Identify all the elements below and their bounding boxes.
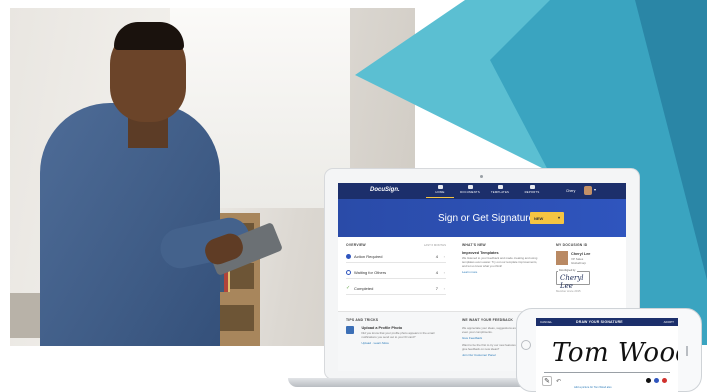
pen-icon[interactable]: ✎ [542, 376, 552, 386]
id-signature: Cheryl Lee [560, 274, 584, 290]
overview-label: Waiting for Others [354, 270, 387, 275]
phone-title: DRAW YOUR SIGNATURE [576, 320, 623, 324]
phone-screen: CANCEL DRAW YOUR SIGNATURE ADOPT Tom Woo… [536, 318, 678, 392]
nav-home-label: HOME [435, 190, 445, 194]
tips-title: Upload a Profile Photo [361, 326, 403, 330]
hero-title: Sign or Get Signatures [438, 213, 540, 224]
new-caret-icon: ▾ [557, 215, 560, 220]
overview-label: Completed [354, 286, 374, 291]
overview-count: 7 [435, 286, 438, 291]
chevron-right-icon: › [443, 254, 445, 259]
person-hair [114, 22, 184, 50]
undo-icon[interactable]: ↶ [556, 378, 561, 385]
drawn-signature[interactable]: Tom Wood [552, 338, 678, 368]
feedback-link-1[interactable]: Give Feedback [462, 336, 522, 340]
chevron-right-icon: › [443, 286, 445, 291]
phone-adopt-button[interactable]: ADOPT [664, 320, 674, 324]
tips-body: Did you know that your profile photo app… [361, 331, 435, 339]
overview-count: 4 [435, 254, 438, 259]
id-member-date: Member since 2015 [556, 289, 581, 293]
reports-icon [529, 185, 535, 189]
nav-reports[interactable]: REPORTS [518, 185, 546, 198]
tips-panel: TIPS AND TRICKS Upload a Profile Photo D… [346, 318, 442, 345]
color-swatch-blue[interactable] [654, 378, 659, 383]
nav-home[interactable]: HOME [426, 185, 454, 198]
home-icon [437, 185, 443, 189]
new-button-label: NEW [534, 216, 544, 221]
color-swatch-red[interactable] [662, 378, 667, 383]
overview-subheading: LAST 6 MONTHS [423, 243, 446, 247]
id-company: GlobalCorp [571, 261, 587, 265]
phone-cancel-button[interactable]: CANCEL [540, 320, 552, 324]
clock-icon [346, 270, 351, 275]
docusign-logo[interactable]: DocuSign. [370, 187, 400, 193]
overview-panel: OVERVIEW LAST 6 MONTHS Action Required 4… [346, 243, 446, 307]
feedback-link-2[interactable]: Join Our Customer Panel [462, 353, 522, 357]
nav-templates[interactable]: TEMPLATES [486, 185, 514, 198]
whats-new-body: We listened to your feedback and made cr… [462, 256, 538, 268]
feedback-body-2: Want to be the first to try our new feat… [462, 343, 522, 351]
phone-home-button [521, 340, 531, 350]
whats-new-panel: WHAT'S NEW Improved Templates We listene… [462, 243, 538, 307]
nav-templates-label: TEMPLATES [490, 190, 510, 194]
id-avatar [556, 251, 568, 265]
nav-documents-label: DOCUMENTS [460, 190, 480, 194]
id-signature-box[interactable]: DocuSigned by: Cheryl Lee [556, 269, 590, 290]
profile-photo-icon [346, 326, 354, 334]
nav-documents[interactable]: DOCUMENTS [456, 185, 484, 198]
id-signature-label: DocuSigned by: [558, 269, 577, 272]
phone-header: CANCEL DRAW YOUR SIGNATURE ADOPT [536, 318, 678, 326]
whats-new-heading: WHAT'S NEW [462, 243, 486, 247]
documents-icon [467, 185, 473, 189]
whats-new-title: Improved Templates [462, 251, 499, 255]
phone-add-picture-link[interactable]: Add a picture for Tom Wood also [574, 386, 612, 389]
signature-line [544, 372, 670, 373]
feedback-body-1: We appreciate your ideas, suggestions an… [462, 326, 518, 334]
tips-link[interactable]: Upload · Learn More [361, 341, 441, 345]
overview-row-completed[interactable]: ✓ Completed 7 › [346, 283, 446, 295]
alert-icon [346, 254, 351, 259]
feedback-panel: WE WANT YOUR FEEDBACK We appreciate your… [462, 318, 522, 357]
color-swatch-black[interactable] [646, 378, 651, 383]
overview-row-action-required[interactable]: Action Required 4 › [346, 251, 446, 263]
tips-heading: TIPS AND TRICKS [346, 318, 379, 322]
top-nav: DocuSign. HOME DOCUMENTS TEMPLATES REPOR… [338, 183, 626, 199]
id-card: Cheryl Lee VP Sales GlobalCorp [556, 251, 618, 269]
phone-side-button [686, 346, 688, 356]
whats-new-link[interactable]: Learn more [462, 270, 538, 274]
templates-icon [497, 185, 503, 189]
laptop-camera [480, 175, 483, 178]
overview-label: Action Required [354, 254, 383, 259]
overview-count: 4 [435, 270, 438, 275]
check-icon: ✓ [346, 285, 351, 291]
user-avatar[interactable] [584, 186, 592, 195]
feedback-heading: WE WANT YOUR FEEDBACK [462, 318, 514, 322]
docusign-id-panel: MY DOCUSIGN ID Cheryl Lee VP Sales Globa… [556, 243, 618, 307]
user-name[interactable]: Chery [566, 189, 575, 193]
id-heading: MY DOCUSIGN ID [556, 243, 588, 247]
chevron-down-icon[interactable]: ▾ [594, 187, 596, 192]
hero-banner: Sign or Get Signatures NEW ▾ [338, 199, 626, 237]
overview-row-waiting[interactable]: Waiting for Others 4 › [346, 267, 446, 279]
nav-reports-label: REPORTS [524, 190, 540, 194]
chevron-right-icon: › [443, 270, 445, 275]
new-button[interactable]: NEW ▾ [530, 212, 564, 224]
id-name: Cheryl Lee [571, 252, 591, 256]
